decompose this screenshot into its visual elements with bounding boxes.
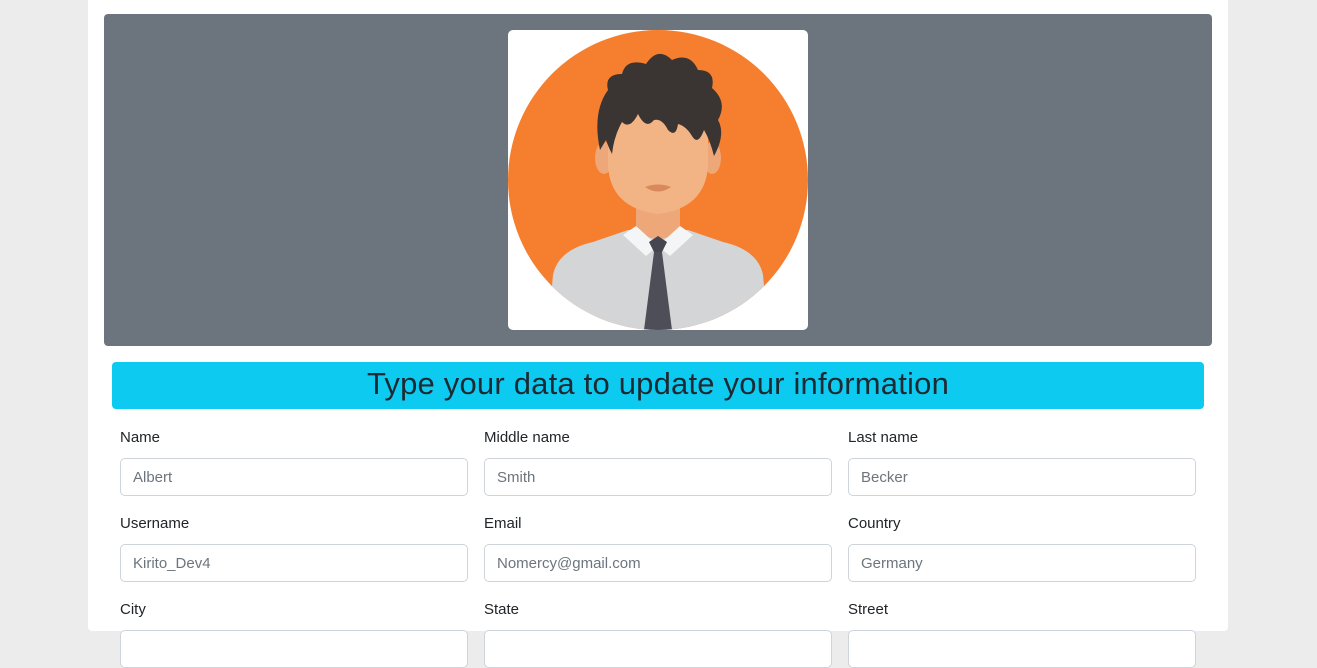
country-label: Country bbox=[848, 515, 901, 532]
username-input[interactable] bbox=[120, 544, 468, 582]
country-field: Country bbox=[848, 514, 1196, 582]
name-field: Name bbox=[120, 428, 468, 496]
state-label: State bbox=[484, 601, 520, 618]
email-field: Email bbox=[484, 514, 832, 582]
city-label: City bbox=[120, 601, 146, 618]
city-input[interactable] bbox=[120, 630, 468, 668]
avatar bbox=[508, 30, 808, 330]
last-name-label: Last name bbox=[848, 429, 919, 446]
middle-name-input[interactable] bbox=[484, 458, 832, 496]
email-input[interactable] bbox=[484, 544, 832, 582]
email-label: Email bbox=[484, 515, 522, 532]
username-label: Username bbox=[120, 515, 190, 532]
street-field: Street bbox=[848, 600, 1196, 668]
city-field: City bbox=[120, 600, 468, 668]
middle-name-field: Middle name bbox=[484, 428, 832, 496]
username-field: Username bbox=[120, 514, 468, 582]
street-input[interactable] bbox=[848, 630, 1196, 668]
profile-banner bbox=[104, 14, 1212, 346]
user-avatar-icon bbox=[508, 30, 808, 330]
update-info-header: Type your data to update your informatio… bbox=[112, 362, 1204, 409]
state-input[interactable] bbox=[484, 630, 832, 668]
middle-name-label: Middle name bbox=[484, 429, 570, 446]
last-name-field: Last name bbox=[848, 428, 1196, 496]
country-input[interactable] bbox=[848, 544, 1196, 582]
page-title: Type your data to update your informatio… bbox=[366, 366, 950, 401]
name-label: Name bbox=[120, 429, 161, 446]
state-field: State bbox=[484, 600, 832, 668]
profile-page: Type your data to update your informatio… bbox=[88, 0, 1228, 668]
name-input[interactable] bbox=[120, 458, 468, 496]
street-label: Street bbox=[848, 601, 889, 618]
last-name-input[interactable] bbox=[848, 458, 1196, 496]
